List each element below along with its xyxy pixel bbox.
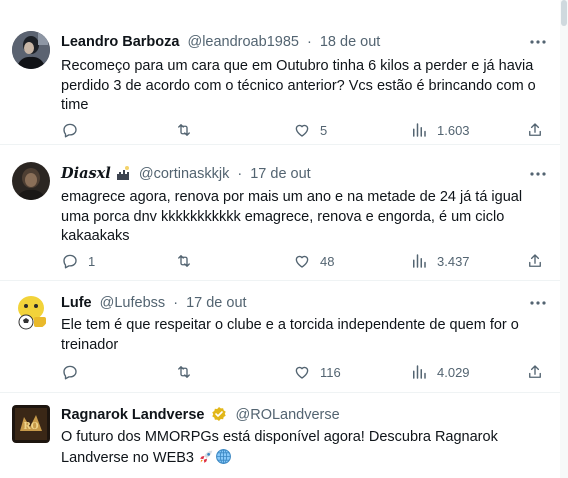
reply-icon [63,123,77,138]
user-name[interactable]: Lufe [61,295,92,311]
tweet-date[interactable]: 18 de out [320,34,380,50]
tweet-text: Recomeço para um cara que em Outubro tin… [61,58,536,113]
tweet-ragnarok[interactable]: RO Ragnarok Landverse @ROLandverse O fut… [0,393,560,478]
share-button[interactable] [526,360,544,384]
tweet-header: Lufe @Lufebss · 17 de out [61,293,520,313]
like-icon [295,366,309,379]
share-icon [529,254,541,267]
reply-button[interactable] [61,360,88,384]
moon-castle-emoji [115,165,131,187]
retweet-button[interactable] [175,249,202,273]
views-icon [413,123,426,137]
views-count: 1.603 [437,122,470,138]
reply-icon [63,254,77,269]
tweet-text: emagrece agora, renova por mais um ano e… [61,189,523,244]
like-count: 5 [320,122,328,138]
reply-button[interactable]: 1 [61,249,95,273]
like-button[interactable]: 48 [293,249,334,273]
like-icon [295,124,309,137]
user-handle[interactable]: @Lufebss [100,295,166,311]
replies-feed: Leandro Barboza @leandroab1985 · 18 de o… [0,0,560,478]
share-button[interactable] [526,118,544,142]
more-icon[interactable] [528,164,548,184]
avatar[interactable]: RO [12,405,50,443]
views-button[interactable]: 3.437 [410,249,470,273]
tweet-lufe[interactable]: Lufe @Lufebss · 17 de out Ele tem é que … [0,281,560,393]
retweet-button[interactable] [175,360,202,384]
views-count: 3.437 [437,253,470,269]
tweet-actions: 116 4.029 [56,360,554,384]
user-handle[interactable]: @ROLandverse [236,407,340,423]
reply-button[interactable] [61,118,88,142]
like-count: 116 [320,364,341,380]
more-icon[interactable] [528,293,548,313]
user-handle[interactable]: @cortinaskkjk [139,166,229,182]
avatar[interactable] [12,31,50,69]
dot-separator: · [237,166,243,182]
user-name[interactable]: Ragnarok Landverse [61,407,204,423]
tweet-header: Ragnarok Landverse @ROLandverse [61,405,520,425]
reply-icon [63,365,77,380]
share-icon [529,123,541,136]
user-name[interactable]: Diasxl [61,165,111,182]
tweet-date[interactable]: 17 de out [250,166,310,182]
like-icon [295,255,309,268]
views-count: 4.029 [437,364,470,380]
avatar[interactable] [12,162,50,200]
tweet-header: Diasxl @cortinaskkjk · 17 de out [61,164,520,184]
like-button[interactable]: 5 [293,118,327,142]
retweet-icon [178,255,190,267]
dot-separator: · [306,34,312,50]
views-button[interactable]: 4.029 [410,360,470,384]
user-handle[interactable]: @leandroab1985 [187,34,298,50]
rocket-emoji [198,448,215,472]
tweet-diasxl[interactable]: Diasxl @cortinaskkjk · 17 de out emagrec… [0,145,560,281]
like-count: 48 [320,253,335,269]
views-button[interactable]: 1.603 [410,118,470,142]
globe-emoji [215,448,232,472]
tweet-actions: 5 1.603 [56,118,554,142]
more-icon[interactable] [528,32,548,52]
svg-text:RO: RO [23,422,38,432]
tweet-text-content: O futuro dos MMORPGs está disponível ago… [61,429,498,466]
views-icon [413,254,426,268]
tweet-text: O futuro dos MMORPGs está disponível ago… [61,428,539,471]
user-name[interactable]: Leandro Barboza [61,34,179,50]
share-icon [529,365,541,378]
share-button[interactable] [526,249,544,273]
retweet-icon [178,366,190,378]
retweet-button[interactable] [175,118,202,142]
tweet-date[interactable]: 17 de out [186,295,246,311]
tweet-header: Leandro Barboza @leandroab1985 · 18 de o… [61,32,520,52]
retweet-icon [178,124,190,136]
like-button[interactable]: 116 [293,360,341,384]
tweet-actions: 1 48 3.437 [56,249,554,273]
views-icon [413,365,426,379]
tweet-text: Ele tem é que respeitar o clube e a torc… [61,317,519,353]
scrollbar-thumb[interactable] [561,0,567,26]
tweet-leandro[interactable]: Leandro Barboza @leandroab1985 · 18 de o… [0,14,560,145]
reply-count: 1 [88,253,96,269]
avatar[interactable] [12,293,50,331]
dot-separator: · [173,295,179,311]
scrollbar[interactable] [560,0,568,478]
gold-verified-badge-icon [211,406,227,428]
